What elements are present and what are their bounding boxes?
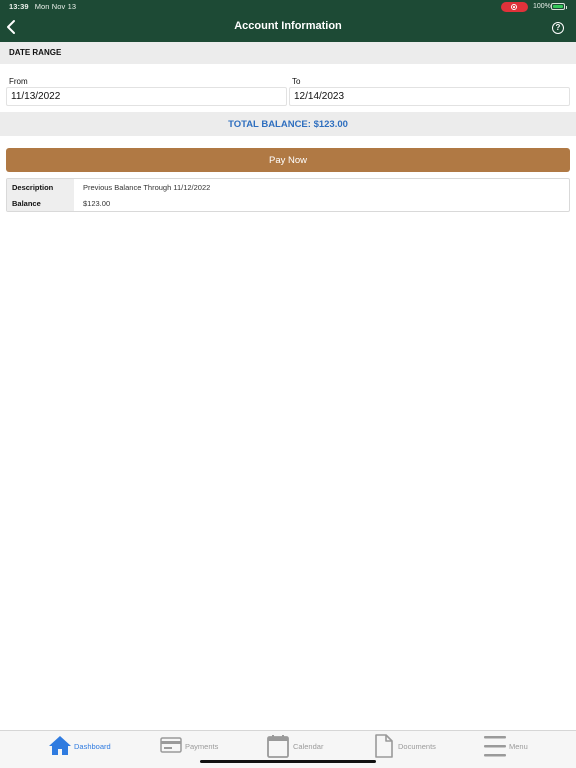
tab-label: Calendar xyxy=(293,742,324,751)
row-label: Balance xyxy=(7,195,74,211)
row-value: $123.00 xyxy=(83,199,111,208)
from-label: From xyxy=(9,77,28,86)
tab-calendar[interactable]: Calendar xyxy=(267,731,337,763)
pay-now-button[interactable]: Pay Now xyxy=(6,148,570,172)
row-value: Previous Balance Through 11/12/2022 xyxy=(83,183,211,192)
home-indicator xyxy=(200,760,376,763)
document-icon xyxy=(375,734,393,758)
table-row: Balance $123.00 xyxy=(7,195,569,211)
tab-label: Payments xyxy=(185,742,219,751)
total-balance: TOTAL BALANCE: $123.00 xyxy=(228,119,348,130)
table-row: Description Previous Balance Through 11/… xyxy=(7,179,569,195)
back-button[interactable] xyxy=(4,17,20,37)
help-button[interactable]: ? xyxy=(552,22,564,34)
page-title: Account Information xyxy=(234,20,342,32)
tab-dashboard[interactable]: Dashboard xyxy=(48,731,118,763)
record-icon xyxy=(511,4,517,10)
total-balance-bar: TOTAL BALANCE: $123.00 xyxy=(0,112,576,136)
tab-label: Dashboard xyxy=(74,742,111,751)
battery-percentage: 100% xyxy=(533,3,551,10)
tab-label: Menu xyxy=(509,742,528,751)
chevron-left-icon xyxy=(7,20,15,34)
to-date-input[interactable] xyxy=(289,87,570,106)
screen-recording-indicator xyxy=(501,2,528,12)
tab-payments[interactable]: Payments xyxy=(160,731,230,763)
balance-details-table: Description Previous Balance Through 11/… xyxy=(6,178,570,212)
tab-label: Documents xyxy=(398,742,436,751)
from-date-input[interactable] xyxy=(6,87,287,106)
status-time: 13:39 xyxy=(9,2,29,11)
date-range-section-header: DATE RANGE xyxy=(0,42,576,64)
menu-icon xyxy=(484,736,506,757)
status-bar-time: 13:39 Mon Nov 13 xyxy=(9,2,76,11)
home-icon xyxy=(49,736,71,755)
tab-menu[interactable]: Menu xyxy=(483,731,543,763)
row-label: Description xyxy=(7,179,74,195)
to-label: To xyxy=(292,77,301,86)
question-mark-icon: ? xyxy=(555,23,561,32)
status-date: Mon Nov 13 xyxy=(34,2,77,11)
date-range-title: DATE RANGE xyxy=(9,48,62,57)
app-header: 13:39 Mon Nov 13 100% Account Information… xyxy=(0,0,576,42)
calendar-icon xyxy=(267,735,289,758)
credit-card-icon xyxy=(160,737,182,753)
tab-documents[interactable]: Documents xyxy=(374,731,444,763)
battery-icon xyxy=(551,3,567,10)
